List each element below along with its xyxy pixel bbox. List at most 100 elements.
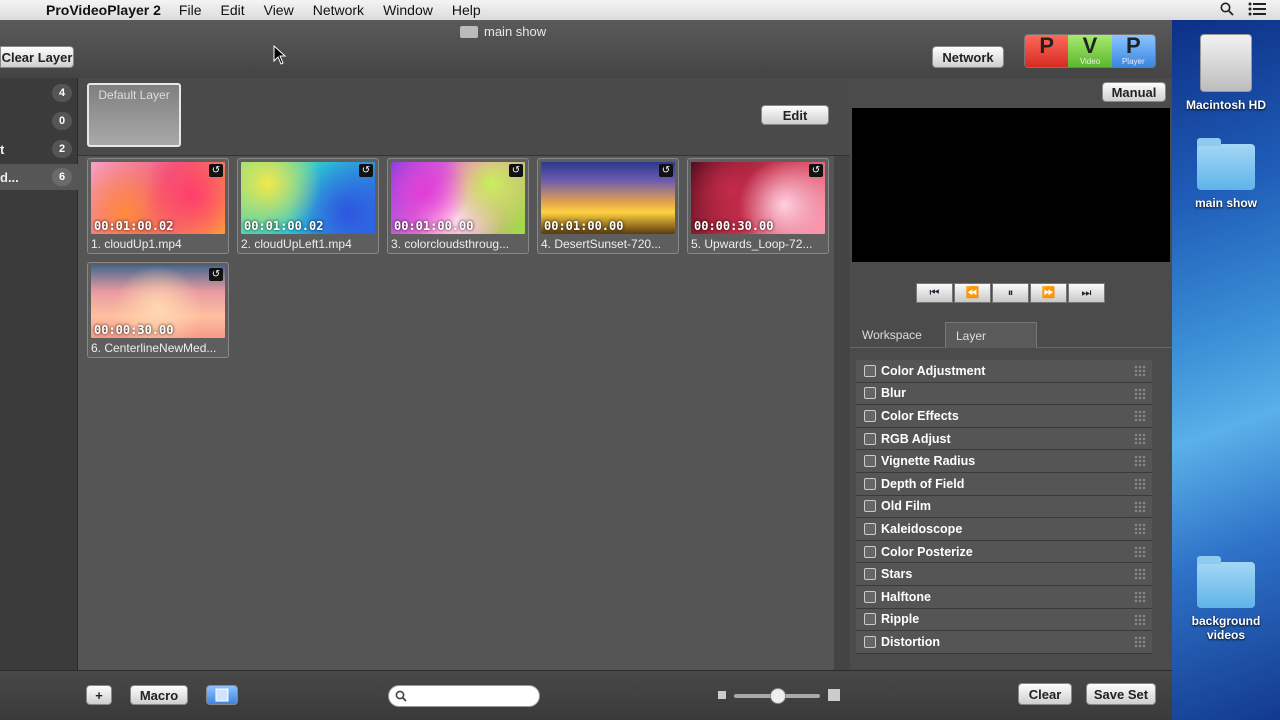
- drag-handle-icon[interactable]: [1134, 523, 1146, 536]
- effect-checkbox[interactable]: [864, 500, 876, 513]
- effect-row[interactable]: Blur: [856, 382, 1152, 406]
- effect-checkbox[interactable]: [864, 590, 876, 603]
- skip-back-icon[interactable]: ⏮: [916, 283, 953, 303]
- playlist-sidebar: 4 0 t2 d... 6: [0, 78, 78, 670]
- effect-checkbox[interactable]: [864, 364, 876, 377]
- effect-row[interactable]: Halftone: [856, 585, 1152, 609]
- menu-help[interactable]: Help: [452, 2, 481, 18]
- effect-checkbox[interactable]: [864, 477, 876, 490]
- effect-checkbox[interactable]: [864, 545, 876, 558]
- playlist-item[interactable]: t2: [0, 136, 78, 162]
- pause-icon[interactable]: ⏸: [992, 283, 1029, 303]
- cue-tile[interactable]: ↺ 00:01:00.00 3. colorcloudsthroug...: [387, 158, 529, 254]
- cue-tile[interactable]: ↺ 00:00:30.00 5. Upwards_Loop-72...: [687, 158, 829, 254]
- effect-checkbox[interactable]: [864, 522, 876, 535]
- desktop-icon-macintosh-hd[interactable]: Macintosh HD: [1172, 34, 1280, 112]
- document-title-text: main show: [484, 24, 547, 39]
- cue-duration: 00:01:00.00: [394, 219, 474, 233]
- edit-button[interactable]: Edit: [761, 105, 829, 125]
- effect-checkbox[interactable]: [864, 613, 876, 626]
- pvp-logo-badge[interactable]: P V Video P Player: [1024, 34, 1156, 68]
- effect-checkbox[interactable]: [864, 635, 876, 648]
- cue-tile[interactable]: ↺ 00:01:00.02 2. cloudUpLeft1.mp4: [237, 158, 379, 254]
- drag-handle-icon[interactable]: [1134, 500, 1146, 513]
- menu-network[interactable]: Network: [313, 2, 364, 18]
- cue-scrollbar[interactable]: [834, 156, 850, 670]
- effect-row[interactable]: Old Film: [856, 495, 1152, 519]
- effect-row[interactable]: Depth of Field: [856, 472, 1152, 496]
- effect-row[interactable]: RGB Adjust: [856, 427, 1152, 451]
- notification-center-icon[interactable]: [1248, 2, 1266, 19]
- background-layer-icon[interactable]: [206, 685, 238, 705]
- effect-checkbox[interactable]: [864, 432, 876, 445]
- drag-handle-icon[interactable]: [1134, 613, 1146, 626]
- loop-icon[interactable]: ↺: [509, 164, 523, 177]
- mouse-cursor-icon: [273, 45, 287, 65]
- playlist-item[interactable]: 4: [0, 80, 78, 106]
- drag-handle-icon[interactable]: [1134, 432, 1146, 445]
- playlist-item-selected[interactable]: d... 6: [0, 164, 78, 190]
- fast-forward-icon[interactable]: ⏩: [1030, 283, 1067, 303]
- desktop-icon-background-videos[interactable]: background videos: [1172, 556, 1280, 642]
- save-set-button[interactable]: Save Set: [1086, 683, 1156, 705]
- menu-file[interactable]: File: [179, 2, 202, 18]
- skip-forward-icon[interactable]: ⏭: [1068, 283, 1105, 303]
- drag-handle-icon[interactable]: [1134, 365, 1146, 377]
- drag-handle-icon[interactable]: [1134, 636, 1146, 649]
- effect-row[interactable]: Color Adjustment: [856, 360, 1152, 383]
- drag-handle-icon[interactable]: [1134, 477, 1146, 490]
- loop-icon[interactable]: ↺: [659, 164, 673, 177]
- clear-layer-button[interactable]: Clear Layer: [0, 46, 74, 68]
- cue-tile[interactable]: ↺ 00:01:00.02 1. cloudUp1.mp4: [87, 158, 229, 254]
- menu-app-name[interactable]: ProVideoPlayer 2: [46, 2, 161, 18]
- effect-checkbox[interactable]: [864, 568, 876, 581]
- add-button[interactable]: +: [86, 685, 112, 705]
- drag-handle-icon[interactable]: [1134, 568, 1146, 581]
- cue-tile[interactable]: ↺ 00:01:00.00 4. DesertSunset-720...: [537, 158, 679, 254]
- macro-button[interactable]: Macro: [130, 685, 188, 705]
- loop-icon[interactable]: ↺: [209, 164, 223, 177]
- spotlight-icon[interactable]: [1220, 2, 1234, 19]
- tab-workspace[interactable]: Workspace: [852, 322, 932, 348]
- clear-button[interactable]: Clear: [1018, 683, 1072, 705]
- cue-duration: 00:01:00.00: [544, 219, 624, 233]
- drag-handle-icon[interactable]: [1134, 410, 1146, 423]
- tab-layer[interactable]: Layer: [945, 322, 1037, 348]
- effect-row[interactable]: Vignette Radius: [856, 450, 1152, 473]
- thumbnail-size-slider[interactable]: [734, 688, 820, 704]
- drag-handle-icon[interactable]: [1134, 545, 1146, 558]
- effect-row[interactable]: Stars: [856, 563, 1152, 586]
- loop-icon[interactable]: ↺: [209, 268, 223, 281]
- menu-edit[interactable]: Edit: [220, 2, 244, 18]
- drag-handle-icon[interactable]: [1134, 590, 1146, 603]
- app-window: Clear Layer main show Network P V Video P…: [0, 20, 1172, 720]
- effect-row[interactable]: Distortion: [856, 631, 1152, 654]
- drag-handle-icon[interactable]: [1134, 387, 1146, 400]
- slider-knob[interactable]: [770, 688, 786, 704]
- default-layer-tile[interactable]: Default Layer: [87, 83, 181, 147]
- desktop-icon-main-show[interactable]: main show: [1172, 138, 1280, 210]
- loop-icon[interactable]: ↺: [359, 164, 373, 177]
- menu-window[interactable]: Window: [383, 2, 433, 18]
- network-button[interactable]: Network: [932, 46, 1004, 68]
- drag-handle-icon[interactable]: [1134, 455, 1146, 468]
- cue-duration: 00:01:00.02: [94, 219, 174, 233]
- rewind-icon[interactable]: ⏪: [954, 283, 991, 303]
- effect-row[interactable]: Kaleidoscope: [856, 518, 1152, 541]
- loop-icon[interactable]: ↺: [809, 164, 823, 177]
- effect-row[interactable]: Ripple: [856, 608, 1152, 632]
- manual-button[interactable]: Manual: [1102, 82, 1166, 102]
- cue-tile[interactable]: ↺ 00:00:30.00 6. CenterlineNewMed...: [87, 262, 229, 358]
- effect-checkbox[interactable]: [864, 455, 876, 468]
- effect-row[interactable]: Color Effects: [856, 405, 1152, 428]
- effect-checkbox[interactable]: [864, 387, 876, 400]
- menu-view[interactable]: View: [264, 2, 294, 18]
- effect-checkbox[interactable]: [864, 409, 876, 422]
- desktop: Macintosh HD main show background videos: [1172, 20, 1280, 720]
- cue-name: 1. cloudUp1.mp4: [91, 237, 182, 251]
- count-badge: 2: [52, 140, 72, 158]
- effect-row[interactable]: Color Posterize: [856, 540, 1152, 564]
- search-field[interactable]: [388, 685, 540, 707]
- playlist-item[interactable]: 0: [0, 108, 78, 134]
- cue-thumbnail: ↺ 00:00:30.00: [691, 162, 825, 234]
